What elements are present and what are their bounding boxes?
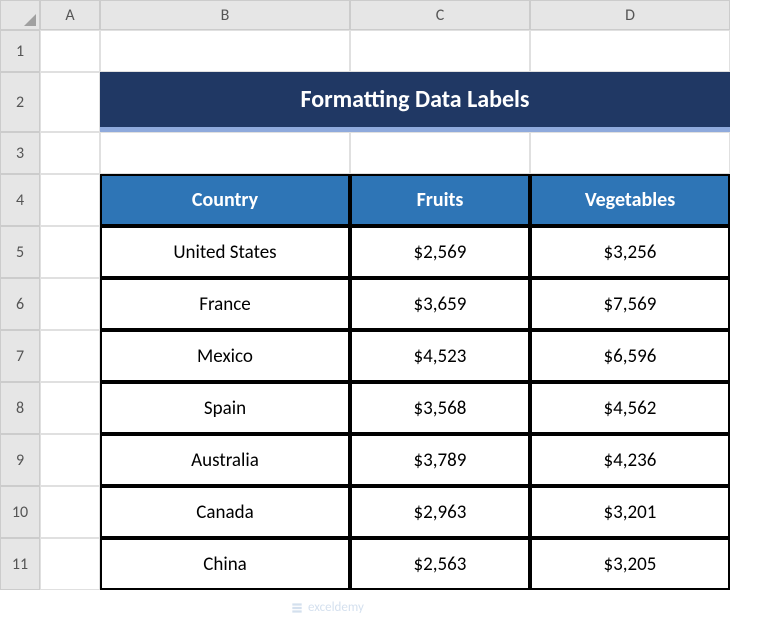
row-header-10[interactable]: 10 <box>0 486 40 538</box>
watermark: exceldemy <box>290 600 364 615</box>
cell-c1[interactable] <box>350 30 530 72</box>
table-cell-country[interactable]: France <box>100 278 350 330</box>
table-cell-country[interactable]: China <box>100 538 350 590</box>
table-cell-country[interactable]: Mexico <box>100 330 350 382</box>
table-cell-vegetables[interactable]: $3,201 <box>530 486 730 538</box>
table-cell-fruits[interactable]: $2,963 <box>350 486 530 538</box>
cell-d3[interactable] <box>530 132 730 174</box>
table-cell-fruits[interactable]: $3,659 <box>350 278 530 330</box>
cell-a7[interactable] <box>40 330 100 382</box>
cell-a9[interactable] <box>40 434 100 486</box>
row-header-1[interactable]: 1 <box>0 30 40 72</box>
row-header-3[interactable]: 3 <box>0 132 40 174</box>
col-header-d[interactable]: D <box>530 0 730 30</box>
table-cell-country[interactable]: United States <box>100 226 350 278</box>
table-cell-vegetables[interactable]: $3,256 <box>530 226 730 278</box>
cell-c3[interactable] <box>350 132 530 174</box>
cell-a5[interactable] <box>40 226 100 278</box>
table-header-fruits[interactable]: Fruits <box>350 174 530 226</box>
cell-a8[interactable] <box>40 382 100 434</box>
row-header-2[interactable]: 2 <box>0 72 40 132</box>
cell-a4[interactable] <box>40 174 100 226</box>
col-header-b[interactable]: B <box>100 0 350 30</box>
cell-a2[interactable] <box>40 72 100 132</box>
cell-a6[interactable] <box>40 278 100 330</box>
row-header-8[interactable]: 8 <box>0 382 40 434</box>
cell-a3[interactable] <box>40 132 100 174</box>
table-header-country[interactable]: Country <box>100 174 350 226</box>
table-cell-vegetables[interactable]: $7,569 <box>530 278 730 330</box>
col-header-a[interactable]: A <box>40 0 100 30</box>
cell-a11[interactable] <box>40 538 100 590</box>
table-cell-fruits[interactable]: $4,523 <box>350 330 530 382</box>
watermark-text: exceldemy <box>308 600 364 615</box>
table-header-vegetables[interactable]: Vegetables <box>530 174 730 226</box>
row-header-7[interactable]: 7 <box>0 330 40 382</box>
select-all-corner[interactable] <box>0 0 40 30</box>
table-cell-vegetables[interactable]: $3,205 <box>530 538 730 590</box>
table-cell-country[interactable]: Canada <box>100 486 350 538</box>
table-cell-country[interactable]: Australia <box>100 434 350 486</box>
col-header-c[interactable]: C <box>350 0 530 30</box>
table-cell-vegetables[interactable]: $6,596 <box>530 330 730 382</box>
cell-d1[interactable] <box>530 30 730 72</box>
row-header-11[interactable]: 11 <box>0 538 40 590</box>
table-cell-country[interactable]: Spain <box>100 382 350 434</box>
cell-a10[interactable] <box>40 486 100 538</box>
row-header-9[interactable]: 9 <box>0 434 40 486</box>
table-cell-vegetables[interactable]: $4,236 <box>530 434 730 486</box>
spreadsheet-grid: A B C D 1 2 Formatting Data Labels 3 4 C… <box>0 0 767 590</box>
row-header-5[interactable]: 5 <box>0 226 40 278</box>
cell-b1[interactable] <box>100 30 350 72</box>
row-header-6[interactable]: 6 <box>0 278 40 330</box>
cell-a1[interactable] <box>40 30 100 72</box>
table-cell-fruits[interactable]: $2,569 <box>350 226 530 278</box>
table-cell-fruits[interactable]: $3,789 <box>350 434 530 486</box>
watermark-icon <box>290 601 304 615</box>
table-cell-vegetables[interactable]: $4,562 <box>530 382 730 434</box>
title-banner[interactable]: Formatting Data Labels <box>100 72 730 132</box>
table-cell-fruits[interactable]: $2,563 <box>350 538 530 590</box>
table-cell-fruits[interactable]: $3,568 <box>350 382 530 434</box>
row-header-4[interactable]: 4 <box>0 174 40 226</box>
cell-b3[interactable] <box>100 132 350 174</box>
